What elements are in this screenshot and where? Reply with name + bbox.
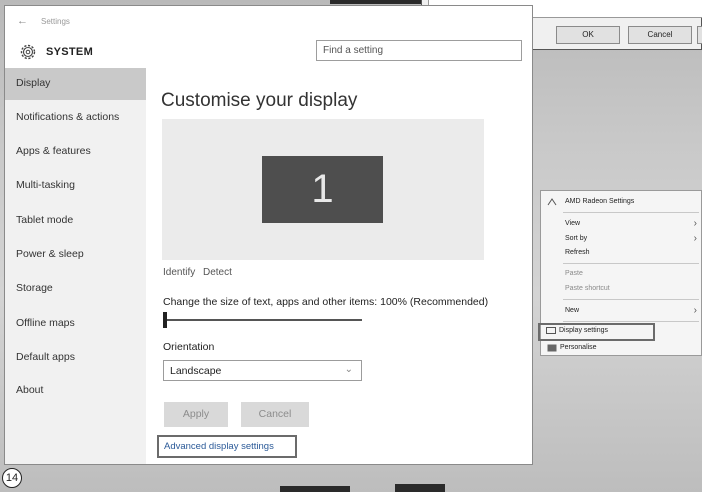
sidebar-item-label: Display	[16, 77, 51, 89]
menu-separator	[563, 321, 699, 322]
menu-item-refresh[interactable]: Refresh	[541, 247, 702, 260]
desktop-wallpaper-streak	[280, 486, 350, 492]
sidebar-item-label: Offline maps	[16, 317, 75, 329]
page-title: Customise your display	[161, 90, 358, 111]
sidebar-item-offline-maps[interactable]: Offline maps	[5, 308, 146, 340]
dialog-cancel-button[interactable]: Cancel	[628, 26, 692, 44]
sidebar-item-label: Multi-tasking	[16, 179, 75, 191]
sidebar-item-about[interactable]: About	[5, 375, 146, 407]
menu-separator	[563, 263, 699, 264]
sidebar-item-default-apps[interactable]: Default apps	[5, 342, 146, 374]
menu-item-amd-radeon-settings[interactable]: AMD Radeon Settings	[541, 196, 702, 209]
sidebar-item-label: About	[16, 384, 44, 396]
sidebar-item-label: Power & sleep	[16, 248, 84, 260]
sidebar-item-storage[interactable]: Storage	[5, 273, 146, 305]
monitor-1[interactable]: 1	[262, 156, 383, 223]
sidebar-item-multitasking[interactable]: Multi-tasking	[5, 170, 146, 202]
sidebar-item-label: Apps & features	[16, 145, 91, 157]
chevron-right-icon: ›	[693, 218, 697, 229]
menu-item-label: Paste	[565, 270, 583, 277]
desktop-wallpaper-streak	[395, 484, 445, 492]
menu-item-view[interactable]: View ›	[541, 218, 702, 231]
menu-item-paste[interactable]: Paste	[541, 268, 702, 281]
scale-label: Change the size of text, apps and other …	[163, 296, 489, 308]
menu-separator	[563, 212, 699, 213]
sidebar-item-apps-features[interactable]: Apps & features	[5, 136, 146, 168]
settings-window: ← Settings SYSTEM Find a setting Display…	[4, 5, 533, 465]
apply-button[interactable]: Apply	[164, 402, 228, 427]
menu-item-new[interactable]: New ›	[541, 305, 702, 318]
sidebar-item-notifications[interactable]: Notifications & actions	[5, 102, 146, 134]
menu-item-label: Personalise	[560, 344, 597, 351]
detect-link[interactable]: Detect	[203, 267, 232, 278]
display-preview: 1	[162, 119, 484, 260]
scale-slider-track[interactable]	[165, 319, 362, 321]
chevron-down-icon: ⌄	[344, 364, 353, 375]
menu-item-label: Refresh	[565, 249, 590, 256]
display-icon	[546, 327, 556, 334]
menu-item-label: New	[565, 307, 580, 314]
section-title: SYSTEM	[46, 46, 94, 58]
menu-item-paste-shortcut[interactable]: Paste shortcut	[541, 283, 702, 296]
menu-separator	[563, 299, 699, 300]
menu-item-personalise[interactable]: Personalise	[541, 342, 702, 355]
amd-icon	[547, 198, 557, 206]
search-input[interactable]: Find a setting	[316, 40, 522, 61]
sidebar-item-power-sleep[interactable]: Power & sleep	[5, 239, 146, 271]
desktop-context-menu: AMD Radeon Settings View › Sort by › Ref…	[538, 190, 702, 356]
menu-item-label: AMD Radeon Settings	[565, 198, 635, 205]
menu-item-label: Display settings	[559, 327, 609, 334]
chevron-right-icon: ›	[693, 233, 697, 244]
sidebar: Display Notifications & actions Apps & f…	[5, 68, 146, 464]
step-number-badge: 14	[2, 468, 22, 488]
orientation-value: Landscape	[170, 365, 222, 377]
personalise-icon	[547, 344, 557, 352]
display-settings-panel: Customise your display 1 Identify Detect…	[146, 68, 532, 464]
title-bar: ← Settings	[5, 6, 532, 36]
orientation-dropdown[interactable]: Landscape ⌄	[163, 360, 362, 381]
gear-icon	[20, 44, 36, 60]
sidebar-item-label: Storage	[16, 282, 53, 294]
menu-item-label: View	[565, 220, 581, 227]
menu-item-sort-by[interactable]: Sort by ›	[541, 233, 702, 246]
identify-link[interactable]: Identify	[163, 267, 195, 278]
menu-item-display-settings[interactable]: Display settings	[538, 323, 655, 341]
sidebar-item-label: Notifications & actions	[16, 111, 120, 123]
scale-slider-thumb[interactable]	[163, 312, 167, 328]
sidebar-item-display[interactable]: Display	[5, 68, 146, 100]
sidebar-item-tablet-mode[interactable]: Tablet mode	[5, 205, 146, 237]
cancel-button[interactable]: Cancel	[241, 402, 309, 427]
back-arrow-icon[interactable]: ←	[17, 15, 28, 27]
chevron-right-icon: ›	[693, 305, 697, 316]
advanced-display-settings-link[interactable]: Advanced display settings	[157, 435, 297, 458]
menu-item-label: Paste shortcut	[565, 285, 610, 292]
menu-item-label: Sort by	[565, 235, 588, 242]
window-title: Settings	[41, 17, 70, 26]
orientation-label: Orientation	[163, 341, 215, 353]
settings-header: SYSTEM Find a setting	[5, 36, 532, 68]
ok-button[interactable]: OK	[556, 26, 620, 44]
sidebar-item-label: Default apps	[16, 351, 75, 363]
apply-button-partial[interactable]	[697, 26, 702, 44]
sidebar-item-label: Tablet mode	[16, 214, 74, 226]
